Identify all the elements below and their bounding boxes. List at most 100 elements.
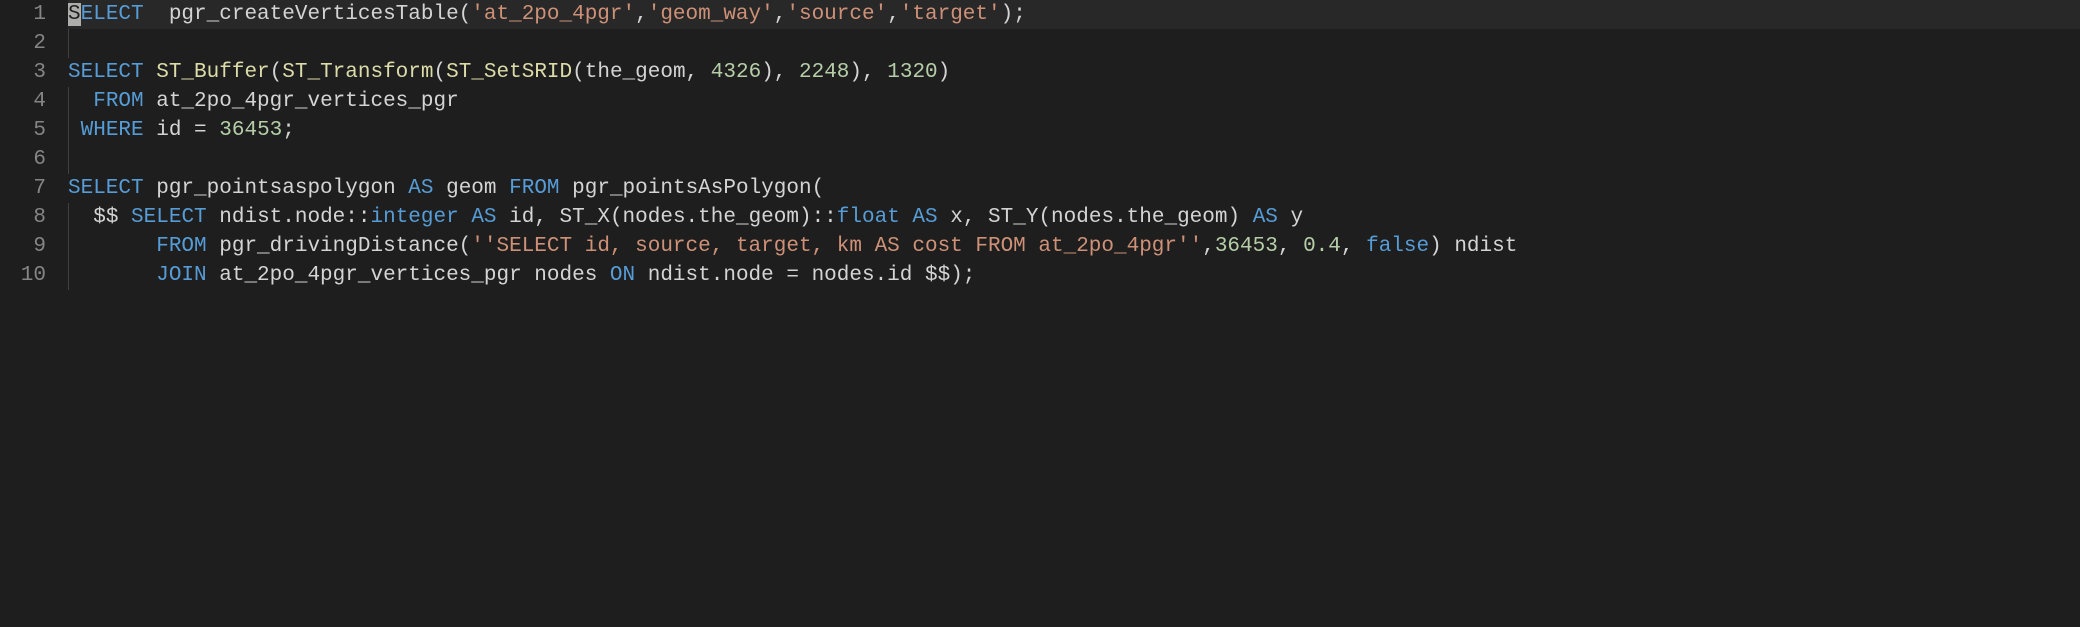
code-text xyxy=(68,90,93,113)
code-text: , xyxy=(635,3,648,26)
code-text: pgr_drivingDistance( xyxy=(207,235,472,258)
code-text: ) ndist xyxy=(1429,235,1517,258)
line-number: 2 xyxy=(0,29,46,58)
string-literal: 'target' xyxy=(900,3,1001,26)
code-editor: 1 2 3 4 5 6 7 8 9 10 SELECT pgr_createVe… xyxy=(0,0,2080,627)
indent-guide xyxy=(68,87,69,116)
keyword: WHERE xyxy=(81,119,144,142)
function: ST_SetSRID xyxy=(446,61,572,84)
code-line[interactable] xyxy=(68,29,2080,58)
code-text: $$ xyxy=(93,206,131,229)
code-line[interactable]: SELECT pgr_pointsaspolygon AS geom FROM … xyxy=(68,174,2080,203)
code-content[interactable]: SELECT pgr_createVerticesTable('at_2po_4… xyxy=(68,0,2080,627)
code-line[interactable]: JOIN at_2po_4pgr_vertices_pgr nodes ON n… xyxy=(68,261,2080,290)
number: 2248 xyxy=(799,61,849,84)
string-literal: 'geom_way' xyxy=(648,3,774,26)
code-text: ), xyxy=(761,61,799,84)
string-literal: 'source' xyxy=(786,3,887,26)
code-text: pgr_createVerticesTable( xyxy=(144,3,472,26)
operator: = xyxy=(194,119,207,142)
number: 1320 xyxy=(887,61,937,84)
indent-guide xyxy=(68,29,69,58)
code-line[interactable]: FROM at_2po_4pgr_vertices_pgr xyxy=(68,87,2080,116)
code-line[interactable]: $$ SELECT ndist.node::integer AS id, ST_… xyxy=(68,203,2080,232)
code-text: x, ST_Y(nodes.the_geom) xyxy=(938,206,1253,229)
indent-guide xyxy=(68,116,69,145)
code-text: ndist.node xyxy=(635,264,786,287)
number: 36453 xyxy=(219,119,282,142)
code-text: , xyxy=(1278,235,1303,258)
indent-guide xyxy=(68,145,69,174)
code-line[interactable]: FROM pgr_drivingDistance(''SELECT id, so… xyxy=(68,232,2080,261)
code-text xyxy=(459,206,472,229)
type: integer xyxy=(370,206,458,229)
keyword: JOIN xyxy=(156,264,206,287)
code-line[interactable]: SELECT ST_Buffer(ST_Transform(ST_SetSRID… xyxy=(68,58,2080,87)
type: float xyxy=(837,206,900,229)
keyword: ELECT xyxy=(81,3,144,26)
code-text xyxy=(68,206,93,229)
code-text: pgr_pointsaspolygon xyxy=(144,177,409,200)
code-text: , xyxy=(887,3,900,26)
function: ST_Transform xyxy=(282,61,433,84)
code-line[interactable]: WHERE id = 36453; xyxy=(68,116,2080,145)
code-text: id xyxy=(144,119,194,142)
code-text: ) xyxy=(938,61,951,84)
code-line[interactable]: SELECT pgr_createVerticesTable('at_2po_4… xyxy=(68,0,2080,29)
keyword: SELECT xyxy=(68,61,144,84)
number: 0.4 xyxy=(1303,235,1341,258)
code-text: pgr_pointsAsPolygon( xyxy=(560,177,825,200)
code-text xyxy=(68,235,156,258)
number: 4326 xyxy=(711,61,761,84)
keyword: AS xyxy=(912,206,937,229)
indent-guide xyxy=(68,261,69,290)
indent-guide xyxy=(68,232,69,261)
number: 36453 xyxy=(1215,235,1278,258)
line-number: 10 xyxy=(0,261,46,290)
code-text: ( xyxy=(434,61,447,84)
keyword: SELECT xyxy=(68,177,144,200)
code-text: y xyxy=(1278,206,1303,229)
code-text: ( xyxy=(270,61,283,84)
keyword: false xyxy=(1366,235,1429,258)
code-line[interactable] xyxy=(68,145,2080,174)
operator: = xyxy=(786,264,799,287)
code-text: ndist.node:: xyxy=(207,206,371,229)
code-text: nodes.id $$); xyxy=(799,264,975,287)
keyword: FROM xyxy=(509,177,559,200)
code-text: geom xyxy=(434,177,510,200)
code-text: , xyxy=(1341,235,1366,258)
code-text xyxy=(207,119,220,142)
line-number: 6 xyxy=(0,145,46,174)
code-text xyxy=(68,119,81,142)
line-number-gutter: 1 2 3 4 5 6 7 8 9 10 xyxy=(0,0,68,627)
code-text: ), xyxy=(849,61,887,84)
code-text xyxy=(68,264,156,287)
indent-guide xyxy=(68,203,69,232)
code-text xyxy=(900,206,913,229)
line-number: 7 xyxy=(0,174,46,203)
keyword: ON xyxy=(610,264,635,287)
line-number: 8 xyxy=(0,203,46,232)
keyword: FROM xyxy=(93,90,143,113)
cursor-selection: S xyxy=(68,3,81,26)
code-text: ); xyxy=(1001,3,1026,26)
keyword: AS xyxy=(471,206,496,229)
function: ST_Buffer xyxy=(144,61,270,84)
code-text: at_2po_4pgr_vertices_pgr xyxy=(144,90,459,113)
string-literal: 'at_2po_4pgr' xyxy=(471,3,635,26)
line-number: 4 xyxy=(0,87,46,116)
keyword: SELECT xyxy=(131,206,207,229)
code-text: id, ST_X(nodes.the_geom):: xyxy=(497,206,837,229)
code-text: at_2po_4pgr_vertices_pgr nodes xyxy=(207,264,610,287)
line-number: 1 xyxy=(0,0,46,29)
line-number: 5 xyxy=(0,116,46,145)
line-number: 9 xyxy=(0,232,46,261)
keyword: AS xyxy=(1253,206,1278,229)
string-literal: ''SELECT id, source, target, km AS cost … xyxy=(471,235,1202,258)
code-text: ; xyxy=(282,119,295,142)
keyword: AS xyxy=(408,177,433,200)
code-text: (the_geom, xyxy=(572,61,711,84)
line-number: 3 xyxy=(0,58,46,87)
code-text: , xyxy=(1202,235,1215,258)
